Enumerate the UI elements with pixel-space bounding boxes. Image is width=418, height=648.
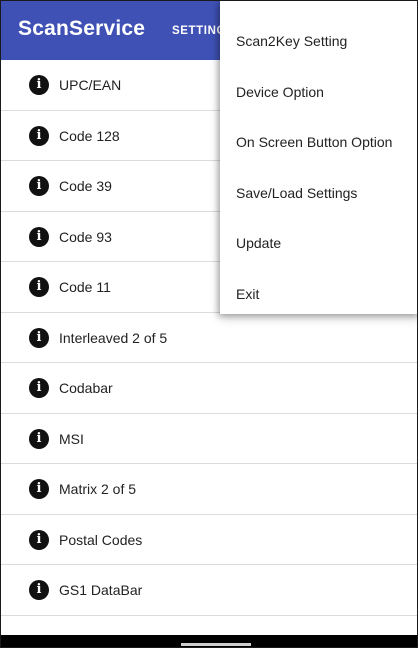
overflow-menu: Scan2Key Setting Device Option On Screen… (220, 1, 417, 314)
list-item-label: MSI (59, 430, 84, 447)
info-icon: i (29, 125, 49, 146)
list-item-label: Matrix 2 of 5 (59, 481, 137, 497)
list-item-interleaved-2-of-5[interactable]: i Interleaved 2 of 5 (1, 312, 417, 363)
info-icon: i (29, 75, 49, 95)
menu-item-save-load-settings[interactable]: Save/Load Settings (220, 153, 417, 204)
info-icon: i (29, 327, 49, 348)
menu-item-label: Exit (236, 285, 260, 302)
list-item-label: GS1 DataBar (59, 582, 143, 598)
list-item-label: Codabar (59, 380, 113, 396)
info-icon: i (29, 529, 49, 550)
list-item-gs1-databar[interactable]: i GS1 DataBar (1, 565, 417, 616)
info-icon: i (29, 428, 49, 449)
menu-item-label: Update (236, 235, 282, 251)
info-icon: i (29, 378, 49, 398)
list-item-label: UPC/EAN (59, 77, 122, 93)
list-item-label: Code 93 (59, 228, 112, 245)
list-item-label: Code 11 (59, 279, 111, 295)
menu-item-label: Save/Load Settings (236, 184, 358, 201)
info-icon: i (29, 580, 49, 600)
app-window: ScanService SETTINGS i UPC/EAN i Code 12… (0, 0, 418, 648)
info-icon: i (29, 479, 49, 499)
gesture-handle[interactable] (181, 643, 251, 646)
menu-item-scan2key-setting[interactable]: Scan2Key Setting (220, 1, 417, 52)
menu-item-on-screen-button-option[interactable]: On Screen Button Option (220, 102, 417, 153)
list-item-msi[interactable]: i MSI (1, 413, 417, 464)
list-item-label: Postal Codes (59, 531, 143, 548)
list-item-matrix-2-of-5[interactable]: i Matrix 2 of 5 (1, 464, 417, 515)
menu-item-label: On Screen Button Option (236, 134, 393, 150)
list-item-label: Code 128 (59, 127, 120, 144)
info-icon: i (29, 277, 49, 297)
list-item-codabar[interactable]: i Codabar (1, 363, 417, 414)
menu-item-update[interactable]: Update (220, 203, 417, 254)
menu-item-exit[interactable]: Exit (220, 254, 417, 305)
menu-item-label: Device Option (236, 83, 324, 100)
app-title: ScanService (18, 17, 146, 40)
info-icon: i (29, 226, 49, 247)
list-item-label: Interleaved 2 of 5 (59, 329, 168, 346)
info-icon: i (29, 176, 49, 196)
navigation-bar (1, 635, 417, 647)
menu-item-label: Scan2Key Setting (236, 33, 348, 49)
list-item-postal-codes[interactable]: i Postal Codes (1, 514, 417, 565)
menu-item-device-option[interactable]: Device Option (220, 52, 417, 103)
list-item-label: Code 39 (59, 178, 112, 194)
